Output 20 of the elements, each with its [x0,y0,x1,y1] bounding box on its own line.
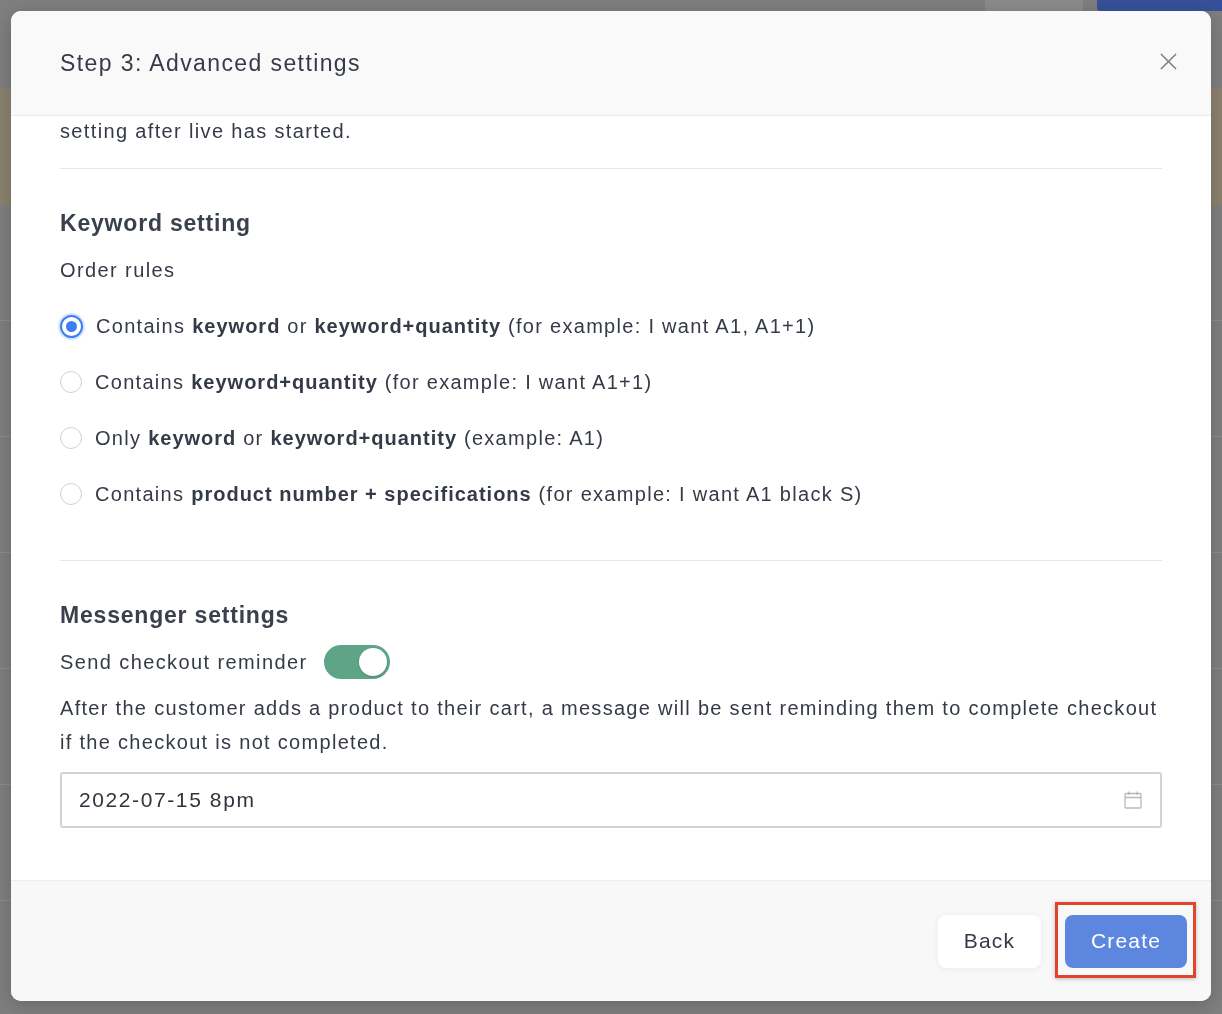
close-icon[interactable] [1160,52,1177,70]
field-label: Order rules [60,258,177,283]
page-button[interactable] [985,0,1083,11]
body-text: setting after live has started. [60,119,353,144]
toggle-label: Send checkout reminder [60,650,308,674]
option-label[interactable]: Contains product number + specifications (for example: I want A1 black S) [95,482,863,506]
description-text: After the customer adds a product to their cart, a message will be sent reminding them to complete checkout if the checkout is not completed. [60,696,1159,755]
date-field[interactable]: 2022-07-15 8pm [60,772,1162,828]
option-label[interactable]: Only keyword or keyword+quantity (example: A1) [95,426,605,450]
section-heading: Keyword setting [60,209,252,238]
option-label[interactable]: Contains keyword+quantity (for example: I want A1+1) [95,370,653,394]
section-heading: Messenger settings [60,601,291,630]
radio-button[interactable] [60,314,83,338]
dialog-title: Step 3: Advanced settings [60,49,361,77]
create-button[interactable]: Create [1065,914,1187,968]
toggle-switch[interactable] [323,645,390,679]
option-label[interactable]: Contains keyword or keyword+quantity (for example: I want A1, A1+1) [96,314,816,338]
back-button[interactable]: Back [938,914,1041,968]
page-button[interactable] [1097,0,1222,11]
calendar-icon[interactable] [1124,791,1142,809]
